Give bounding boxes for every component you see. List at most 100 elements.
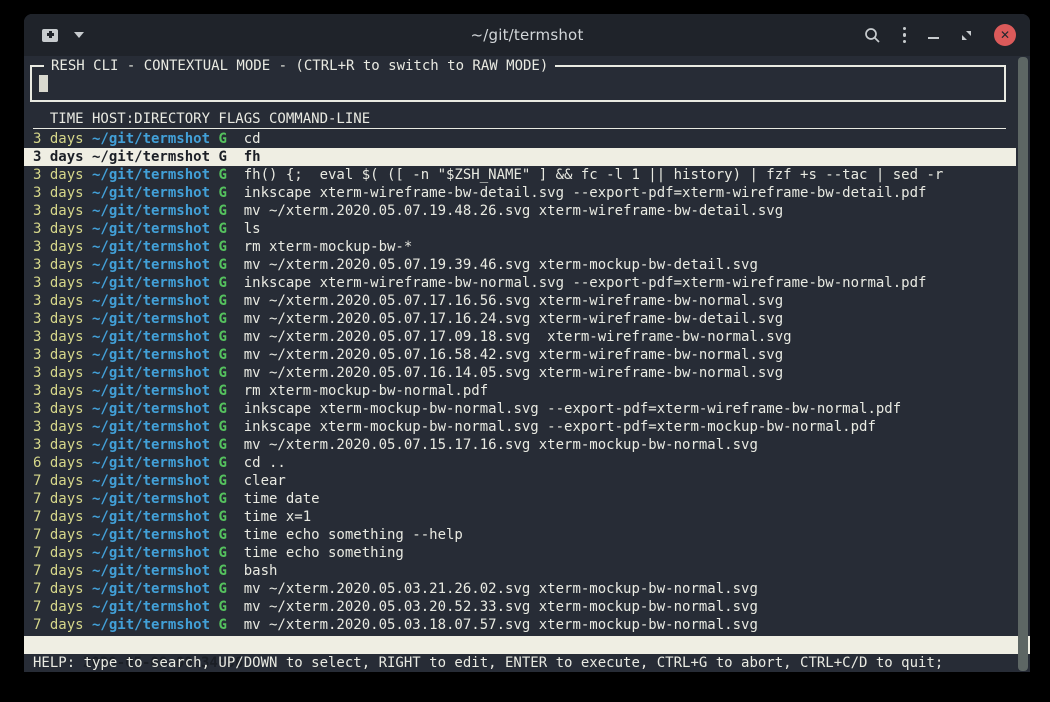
seg-dir: ~/git/termshot	[92, 455, 210, 471]
column-header: TIME HOST:DIRECTORY FLAGS COMMAND-LINE	[33, 110, 1006, 129]
seg-time: 7 days	[33, 527, 84, 543]
seg-time: 3 days	[33, 167, 84, 183]
seg-time: 3 days	[33, 365, 84, 381]
close-button[interactable]: ✕	[994, 24, 1016, 46]
history-row[interactable]: 3 days~/git/termshotGrm xterm-mockup-bw-…	[24, 238, 1016, 256]
history-row[interactable]: 3 days~/git/termshotGrm xterm-mockup-bw-…	[24, 382, 1016, 400]
history-row[interactable]: 3 days~/git/termshotGmv ~/xterm.2020.05.…	[24, 364, 1016, 382]
seg-cmd: mv ~/xterm.2020.05.07.16.58.42.svg xterm…	[244, 347, 783, 363]
seg-dir: ~/git/termshot	[92, 419, 210, 435]
history-row[interactable]: 7 days~/git/termshotGtime date	[24, 490, 1016, 508]
close-icon: ✕	[1000, 29, 1010, 41]
seg-flag: G	[218, 167, 226, 183]
history-row[interactable]: 3 days~/git/termshotGmv ~/xterm.2020.05.…	[24, 292, 1016, 310]
seg-dir: ~/git/termshot	[92, 473, 210, 489]
seg-flag: G	[218, 599, 226, 615]
history-row[interactable]: 7 days~/git/termshotGclear	[24, 472, 1016, 490]
seg-time: 3 days	[33, 149, 84, 165]
seg-cmd: inkscape xterm-wireframe-bw-normal.svg -…	[244, 275, 927, 291]
seg-dir: ~/git/termshot	[92, 203, 210, 219]
search-input[interactable]: RESH CLI - CONTEXTUAL MODE - (CTRL+R to …	[30, 65, 1006, 102]
seg-cmd: ls	[244, 221, 261, 237]
titlebar: ~/git/termshot ✕	[24, 14, 1030, 56]
terminal-window: ~/git/termshot ✕	[24, 14, 1030, 672]
seg-flag: G	[218, 527, 226, 543]
seg-cmd: mv ~/xterm.2020.05.07.17.16.56.svg xterm…	[244, 293, 783, 309]
history-row[interactable]: 6 days~/git/termshotGcd ..	[24, 454, 1016, 472]
seg-flag: G	[218, 131, 226, 147]
history-row[interactable]: 7 days~/git/termshotGmv ~/xterm.2020.05.…	[24, 580, 1016, 598]
history-row[interactable]: 3 days~/git/termshotGinkscape xterm-mock…	[24, 400, 1016, 418]
seg-cmd: mv ~/xterm.2020.05.03.18.07.57.svg xterm…	[244, 617, 758, 633]
history-row[interactable]: 7 days~/git/termshotGtime echo something	[24, 544, 1016, 562]
seg-cmd: time date	[244, 491, 320, 507]
seg-dir: ~/git/termshot	[92, 167, 210, 183]
seg-cmd: time x=1	[244, 509, 311, 525]
seg-cmd: mv ~/xterm.2020.05.03.20.52.33.svg xterm…	[244, 599, 758, 615]
seg-flag: G	[218, 473, 226, 489]
restore-button[interactable]	[961, 30, 972, 41]
seg-flag: G	[218, 149, 226, 165]
history-row[interactable]: 3 days~/git/termshotGls	[24, 220, 1016, 238]
history-row[interactable]: 3 days~/git/termshotGmv ~/xterm.2020.05.…	[24, 328, 1016, 346]
seg-flag: G	[218, 329, 226, 345]
seg-time: 3 days	[33, 203, 84, 219]
seg-time: 6 days	[33, 455, 84, 471]
history-row[interactable]: 3 days~/git/termshotGmv ~/xterm.2020.05.…	[24, 256, 1016, 274]
seg-dir: ~/git/termshot	[92, 401, 210, 417]
seg-cmd: inkscape xterm-mockup-bw-normal.svg --ex…	[244, 401, 901, 417]
seg-cmd: mv ~/xterm.2020.05.07.17.09.18.svg xterm…	[244, 329, 792, 345]
history-row[interactable]: 7 days~/git/termshotGtime x=1	[24, 508, 1016, 526]
search-button[interactable]	[864, 27, 881, 44]
minimize-icon	[928, 37, 939, 39]
seg-flag: G	[218, 383, 226, 399]
history-row[interactable]: 7 days~/git/termshotGmv ~/xterm.2020.05.…	[24, 616, 1016, 634]
menu-kebab-icon	[903, 27, 907, 44]
window-title: ~/git/termshot	[470, 26, 583, 44]
seg-dir: ~/git/termshot	[92, 221, 210, 237]
seg-dir: ~/git/termshot	[92, 185, 210, 201]
new-tab-icon	[42, 29, 58, 42]
help-line: HELP: type to search, UP/DOWN to select,…	[24, 654, 1030, 672]
seg-dir: ~/git/termshot	[92, 527, 210, 543]
search-frame-title: RESH CLI - CONTEXTUAL MODE - (CTRL+R to …	[44, 57, 555, 75]
seg-cmd: mv ~/xterm.2020.05.03.21.26.02.svg xterm…	[244, 581, 758, 597]
history-row[interactable]: 7 days~/git/termshotGtime echo something…	[24, 526, 1016, 544]
seg-cmd: fh	[244, 149, 261, 165]
seg-cmd: rm xterm-mockup-bw-normal.pdf	[244, 383, 488, 399]
seg-time: 3 days	[33, 293, 84, 309]
history-row[interactable]: 3 days~/git/termshotGcd	[24, 130, 1016, 148]
seg-time: 3 days	[33, 275, 84, 291]
seg-cmd: clear	[244, 473, 286, 489]
seg-flag: G	[218, 185, 226, 201]
history-row[interactable]: 3 days~/git/termshotGfh() {; eval $( ([ …	[24, 166, 1016, 184]
seg-dir: ~/git/termshot	[92, 311, 210, 327]
seg-time: 3 days	[33, 221, 84, 237]
history-row[interactable]: 3 days~/git/termshotGmv ~/xterm.2020.05.…	[24, 346, 1016, 364]
new-tab-button[interactable]	[42, 29, 58, 42]
minimize-button[interactable]	[928, 31, 939, 39]
history-row[interactable]: 3 days~/git/termshotGinkscape xterm-wire…	[24, 274, 1016, 292]
seg-dir: ~/git/termshot	[92, 293, 210, 309]
history-row[interactable]: 3 days~/git/termshotGinkscape xterm-mock…	[24, 418, 1016, 436]
seg-flag: G	[218, 581, 226, 597]
seg-flag: G	[218, 275, 226, 291]
history-row[interactable]: 3 days~/git/termshotGmv ~/xterm.2020.05.…	[24, 436, 1016, 454]
history-row[interactable]: 7 days~/git/termshotGbash	[24, 562, 1016, 580]
history-row[interactable]: 7 days~/git/termshotGmv ~/xterm.2020.05.…	[24, 598, 1016, 616]
history-row[interactable]: 3 days~/git/termshotGinkscape xterm-wire…	[24, 184, 1016, 202]
seg-cmd: rm xterm-mockup-bw-*	[244, 239, 413, 255]
new-tab-dropdown-button[interactable]	[74, 32, 84, 38]
history-row[interactable]: 3 days~/git/termshotGmv ~/xterm.2020.05.…	[24, 310, 1016, 328]
seg-flag: G	[218, 365, 226, 381]
scrollbar-thumb[interactable]	[1018, 57, 1028, 671]
seg-flag: G	[218, 491, 226, 507]
seg-cmd: mv ~/xterm.2020.05.07.15.17.16.svg xterm…	[244, 437, 758, 453]
seg-dir: ~/git/termshot	[92, 257, 210, 273]
seg-time: 3 days	[33, 329, 84, 345]
seg-dir: ~/git/termshot	[92, 437, 210, 453]
seg-cmd: mv ~/xterm.2020.05.07.19.48.26.svg xterm…	[244, 203, 783, 219]
menu-button[interactable]	[903, 27, 907, 44]
history-row-selected[interactable]: 3 days~/git/termshotGfh	[24, 148, 1016, 166]
history-row[interactable]: 3 days~/git/termshotGmv ~/xterm.2020.05.…	[24, 202, 1016, 220]
